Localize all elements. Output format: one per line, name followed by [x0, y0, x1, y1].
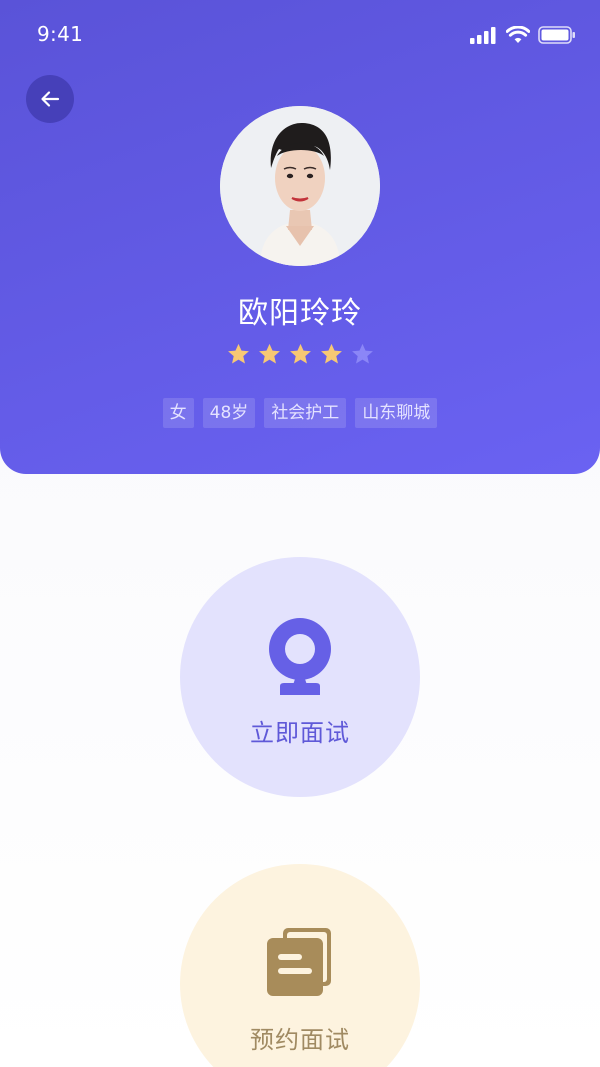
avatar: [220, 106, 380, 266]
battery-icon: [538, 26, 575, 44]
interview-now-label: 立即面试: [250, 719, 350, 747]
worker-name: 欧阳玲玲: [238, 296, 362, 331]
status-time: 9:41: [37, 22, 84, 46]
worker-tags: 女 48岁 社会护工 山东聊城: [0, 398, 600, 428]
arrow-left-icon: [41, 91, 60, 107]
worker-profile-screen: 9:41 欧阳玲玲 女 48岁 社会护工 山东聊城 立即面试 预约面试: [0, 0, 600, 1067]
book-interview-button[interactable]: 预约面试: [180, 864, 420, 1067]
signal-icon: [470, 26, 496, 44]
tag-occupation: 社会护工: [264, 398, 347, 428]
star-icon-filled: [289, 343, 311, 364]
star-icon-empty: [351, 343, 373, 364]
profile-header: 9:41 欧阳玲玲 女 48岁 社会护工 山东聊城: [0, 0, 600, 474]
wifi-icon: [506, 26, 530, 43]
star-icon-filled: [258, 343, 280, 364]
star-icon-filled: [320, 343, 342, 364]
star-rating: [0, 342, 600, 367]
back-button[interactable]: [26, 75, 74, 123]
status-bar: 9:41: [0, 0, 600, 70]
avatar-photo: [220, 106, 380, 266]
tag-gender: 女: [162, 398, 194, 428]
status-icons: [470, 26, 576, 44]
star-icon-filled: [227, 343, 249, 364]
book-interview-label: 预约面试: [250, 1026, 350, 1054]
tag-location: 山东聊城: [355, 398, 438, 428]
interview-now-button[interactable]: 立即面试: [180, 557, 420, 797]
documents-icon: [267, 928, 331, 996]
tag-age: 48岁: [202, 398, 256, 428]
webcam-icon: [269, 618, 331, 695]
